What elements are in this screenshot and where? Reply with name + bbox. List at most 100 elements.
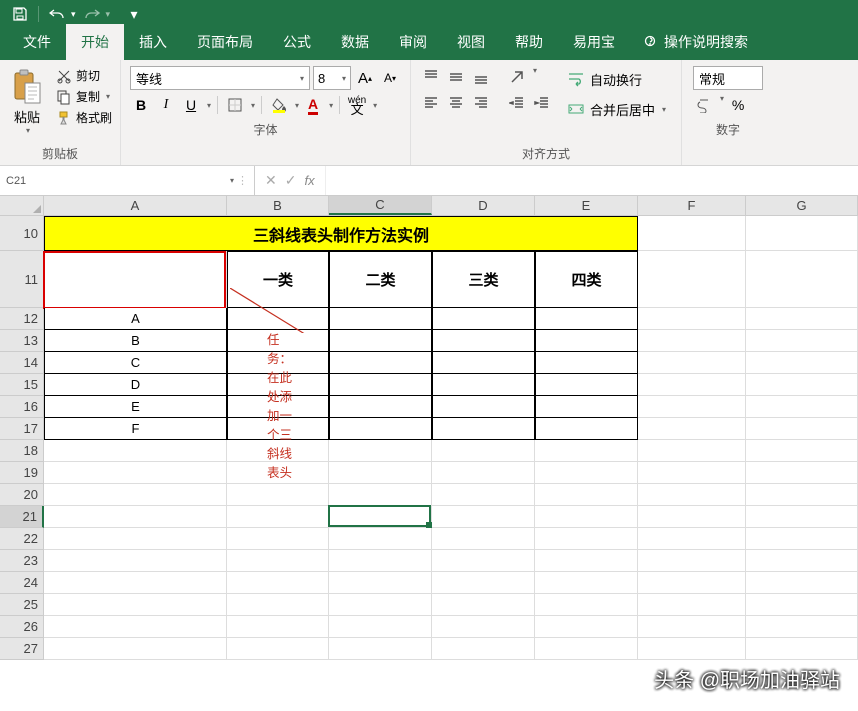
accounting-dropdown[interactable]: ▾ [720, 94, 724, 116]
tab-review[interactable]: 审阅 [384, 24, 442, 60]
border-button[interactable] [224, 94, 246, 116]
tab-formula[interactable]: 公式 [268, 24, 326, 60]
wrap-text-button[interactable]: 自动换行 [563, 66, 670, 92]
accounting-format-button[interactable] [693, 94, 715, 116]
row-header-27[interactable]: 27 [0, 638, 44, 660]
row-header-18[interactable]: 18 [0, 440, 44, 462]
tab-home[interactable]: 开始 [66, 24, 124, 60]
number-format-value: 常规 [699, 69, 725, 88]
table-cell [329, 330, 432, 352]
font-size-select[interactable]: 8▾ [313, 66, 351, 90]
customize-qat-icon[interactable]: ▾ [122, 2, 146, 26]
col-header-E[interactable]: E [535, 196, 638, 215]
row-header-12[interactable]: 12 [0, 308, 44, 330]
diagonal-header-cell[interactable] [43, 251, 226, 309]
cut-button[interactable]: 剪切 [53, 66, 115, 85]
row-header-11[interactable]: 11 [0, 251, 44, 308]
fx-icon[interactable]: fx [304, 173, 314, 188]
row-header-22[interactable]: 22 [0, 528, 44, 550]
bold-button[interactable]: B [130, 94, 152, 116]
redo-dropdown[interactable]: ▾ [106, 9, 111, 20]
row-header-24[interactable]: 24 [0, 572, 44, 594]
tab-file[interactable]: 文件 [8, 24, 66, 60]
paste-dropdown[interactable]: ▾ [26, 126, 30, 135]
cancel-icon[interactable]: ✕ [265, 172, 277, 189]
paste-label[interactable]: 粘贴 [14, 107, 40, 126]
row-header-13[interactable]: 13 [0, 330, 44, 352]
col-header-F[interactable]: F [638, 196, 746, 215]
number-format-select[interactable]: 常规 [693, 66, 763, 90]
border-dropdown[interactable]: ▾ [251, 101, 255, 110]
row-header-21[interactable]: 21 [0, 506, 44, 528]
phonetic-button[interactable]: wén文 [346, 94, 368, 116]
group-alignment: ▾ 自动换行 合并后居中▾ [411, 60, 682, 165]
orientation-dropdown[interactable]: ▾ [533, 66, 537, 88]
percent-button[interactable]: % [727, 94, 749, 116]
table-row-label: E [44, 396, 227, 418]
grow-font-button[interactable]: A▴ [354, 67, 376, 89]
row-header-17[interactable]: 17 [0, 418, 44, 440]
inc-indent-button[interactable] [531, 92, 553, 114]
col-header-C[interactable]: C [329, 196, 432, 215]
row-header-20[interactable]: 20 [0, 484, 44, 506]
fill-dropdown[interactable]: ▾ [295, 101, 299, 110]
align-middle-button[interactable] [445, 66, 467, 88]
row-header-23[interactable]: 23 [0, 550, 44, 572]
undo-dropdown[interactable]: ▾ [71, 9, 76, 20]
row-header-26[interactable]: 26 [0, 616, 44, 638]
align-bottom-button[interactable] [470, 66, 492, 88]
merge-label: 合并后居中 [590, 100, 655, 119]
table-title: 三斜线表头制作方法实例 [44, 216, 638, 251]
spreadsheet: ABCDEFG 10111213141516171819202122232425… [0, 196, 858, 660]
watermark: 头条 @职场加油驿站 [654, 664, 840, 693]
row-header-19[interactable]: 19 [0, 462, 44, 484]
group-number: 常规 ▾ % 数字 [682, 60, 774, 165]
col-header-D[interactable]: D [432, 196, 535, 215]
align-center-button[interactable] [445, 92, 467, 114]
col-header-G[interactable]: G [746, 196, 858, 215]
tellme-search[interactable]: 操作说明搜索 [630, 24, 760, 60]
formula-bar: C21 ▾⋮ ✕ ✓ fx [0, 166, 858, 196]
underline-button[interactable]: U [180, 94, 202, 116]
row-header-10[interactable]: 10 [0, 216, 44, 251]
paste-icon[interactable] [9, 67, 45, 107]
merge-center-button[interactable]: 合并后居中▾ [563, 96, 670, 122]
italic-button[interactable]: I [155, 94, 177, 116]
save-icon[interactable] [8, 2, 32, 26]
font-name-select[interactable]: 等线▾ [130, 66, 310, 90]
undo-icon[interactable] [45, 2, 69, 26]
row-header-25[interactable]: 25 [0, 594, 44, 616]
col-header-B[interactable]: B [227, 196, 329, 215]
cell-grid[interactable]: 三斜线表头制作方法实例一类二类三类四类ABCDEF任务：在此处添加一个三斜线表头 [44, 216, 858, 660]
copy-button[interactable]: 复制▾ [53, 87, 115, 106]
dec-indent-button[interactable] [506, 92, 528, 114]
tab-view[interactable]: 视图 [442, 24, 500, 60]
underline-dropdown[interactable]: ▾ [207, 101, 211, 110]
formula-input[interactable] [325, 166, 858, 195]
tab-eyoubao[interactable]: 易用宝 [558, 24, 630, 60]
redo-icon[interactable] [80, 2, 104, 26]
tab-layout[interactable]: 页面布局 [182, 24, 268, 60]
shrink-font-button[interactable]: A▾ [379, 67, 401, 89]
select-all-corner[interactable] [0, 196, 44, 215]
row-header-16[interactable]: 16 [0, 396, 44, 418]
name-box[interactable]: C21 ▾⋮ [0, 166, 255, 195]
tab-data[interactable]: 数据 [326, 24, 384, 60]
font-color-button[interactable]: A [302, 94, 324, 116]
fill-color-button[interactable] [268, 94, 290, 116]
fontcolor-dropdown[interactable]: ▾ [329, 101, 333, 110]
orientation-button[interactable] [506, 66, 528, 88]
row-header-15[interactable]: 15 [0, 374, 44, 396]
name-box-value: C21 [6, 175, 26, 187]
tab-insert[interactable]: 插入 [124, 24, 182, 60]
format-painter-button[interactable]: 格式刷 [53, 108, 115, 127]
phonetic-dropdown[interactable]: ▾ [373, 101, 377, 110]
align-left-button[interactable] [420, 92, 442, 114]
font-group-label: 字体 [126, 119, 405, 141]
align-top-button[interactable] [420, 66, 442, 88]
row-header-14[interactable]: 14 [0, 352, 44, 374]
enter-icon[interactable]: ✓ [285, 172, 297, 189]
tab-help[interactable]: 帮助 [500, 24, 558, 60]
col-header-A[interactable]: A [44, 196, 227, 215]
align-right-button[interactable] [470, 92, 492, 114]
